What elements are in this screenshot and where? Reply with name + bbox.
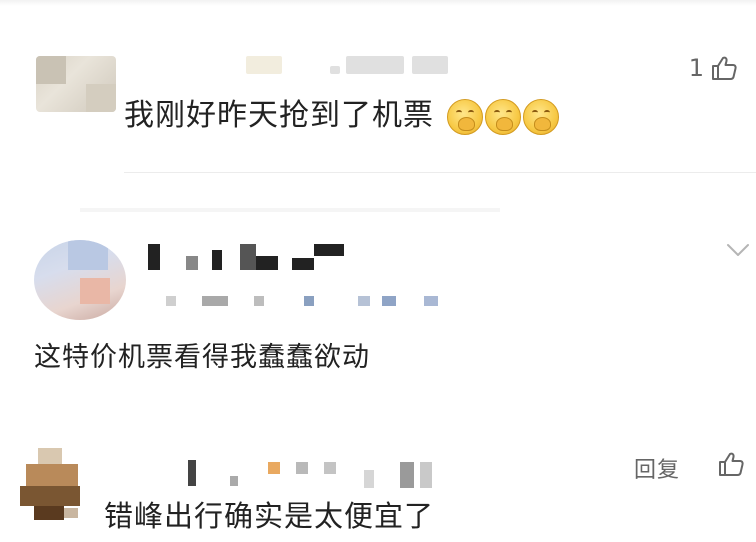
thumbs-up-icon[interactable] [716, 450, 746, 478]
divider [124, 172, 756, 173]
avatar[interactable] [34, 240, 126, 320]
avatar[interactable] [18, 448, 88, 520]
comment-text: 这特价机票看得我蠢蠢欲动 [34, 342, 370, 373]
comment-text: 错峰出行确实是太便宜了 [104, 499, 435, 533]
hand-over-mouth-emoji [484, 98, 521, 135]
hand-over-mouth-emoji [446, 98, 483, 135]
top-edge-strip [0, 0, 756, 6]
like-count: 1 [688, 54, 704, 82]
avatar[interactable] [36, 56, 116, 112]
chevron-down-icon[interactable] [726, 238, 750, 262]
reply-button[interactable]: 回复 [634, 452, 680, 484]
like-button[interactable]: 1 [689, 54, 738, 82]
thumbs-up-icon [712, 56, 737, 80]
comment-text: 我刚好昨天抢到了机票 [124, 98, 559, 135]
divider [80, 208, 500, 212]
hand-over-mouth-emoji [522, 98, 559, 135]
comment-text-body: 我刚好昨天抢到了机票 [124, 98, 434, 133]
